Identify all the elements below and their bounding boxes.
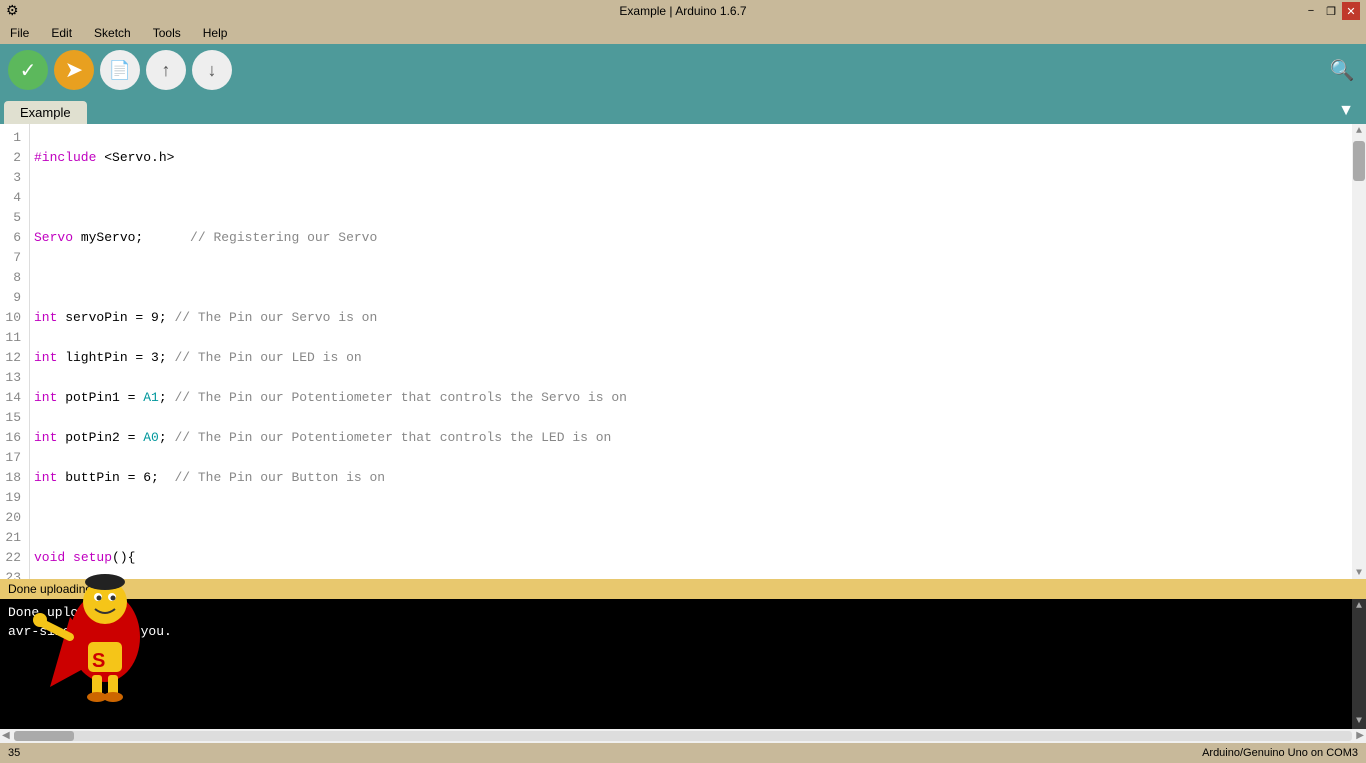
line-numbers: 12345 678910 1112131415 1617181920 21222… (0, 124, 30, 579)
tab-dropdown-button[interactable]: ▼ (1330, 98, 1362, 124)
scroll-down-arrow[interactable]: ▼ (1356, 568, 1362, 579)
menu-help[interactable]: Help (197, 24, 234, 42)
tabbar: Example ▼ (0, 96, 1366, 124)
scroll-up-arrow[interactable]: ▲ (1356, 126, 1362, 137)
tab-example[interactable]: Example (4, 101, 87, 124)
upload-button[interactable]: ➤ (54, 50, 94, 90)
board-info: Arduino/Genuino Uno on COM3 (1202, 747, 1358, 759)
editor-scrollbar[interactable]: ▲ ▼ (1352, 124, 1366, 579)
new-button[interactable]: 📄 (100, 50, 140, 90)
console-scroll-down[interactable]: ▼ (1356, 716, 1362, 727)
search-button[interactable]: 🔍 (1326, 54, 1358, 86)
bottom-statusbar: 35 Arduino/Genuino Uno on COM3 (0, 743, 1366, 763)
menubar: File Edit Sketch Tools Help (0, 22, 1366, 44)
scrollbar-thumb[interactable] (1353, 141, 1365, 181)
menu-tools[interactable]: Tools (147, 24, 187, 42)
menu-file[interactable]: File (4, 24, 35, 42)
window-title: Example | Arduino 1.6.7 (619, 4, 746, 18)
verify-button[interactable]: ✓ (8, 50, 48, 90)
menu-sketch[interactable]: Sketch (88, 24, 137, 42)
hscroll-thumb[interactable] (14, 731, 74, 741)
console-line-3: avr-size: Thanks you. (8, 624, 1358, 639)
console-area: Done uploading. avr-size: Thanks you. ▲ … (0, 599, 1366, 729)
console-scroll-up[interactable]: ▲ (1356, 601, 1362, 612)
status-text: Done uploading. (8, 582, 95, 596)
line-number: 35 (8, 747, 20, 759)
minimize-button[interactable]: − (1302, 2, 1320, 20)
tab-label: Example (20, 105, 71, 120)
titlebar: ⚙ Example | Arduino 1.6.7 − ❐ ✕ (0, 0, 1366, 22)
toolbar: ✓ ➤ 📄 ↑ ↓ 🔍 (0, 44, 1366, 96)
open-button[interactable]: ↑ (146, 50, 186, 90)
horizontal-scrollbar[interactable]: ◀ ▶ (0, 729, 1366, 743)
status-bar: Done uploading. (0, 579, 1366, 599)
editor-area[interactable]: 12345 678910 1112131415 1617181920 21222… (0, 124, 1366, 579)
console-scrollbar[interactable]: ▲ ▼ (1352, 599, 1366, 729)
window-controls: − ❐ ✕ (1302, 2, 1360, 20)
scroll-right-arrow[interactable]: ▶ (1354, 730, 1366, 742)
restore-button[interactable]: ❐ (1322, 2, 1340, 20)
close-button[interactable]: ✕ (1342, 2, 1360, 20)
menu-edit[interactable]: Edit (45, 24, 78, 42)
app-icon: ⚙ (6, 3, 19, 20)
scroll-left-arrow[interactable]: ◀ (0, 730, 12, 742)
console-line-1: Done uploading. (8, 605, 1358, 620)
save-button[interactable]: ↓ (192, 50, 232, 90)
code-editor[interactable]: #include <Servo.h> Servo myServo; // Reg… (30, 124, 1352, 579)
